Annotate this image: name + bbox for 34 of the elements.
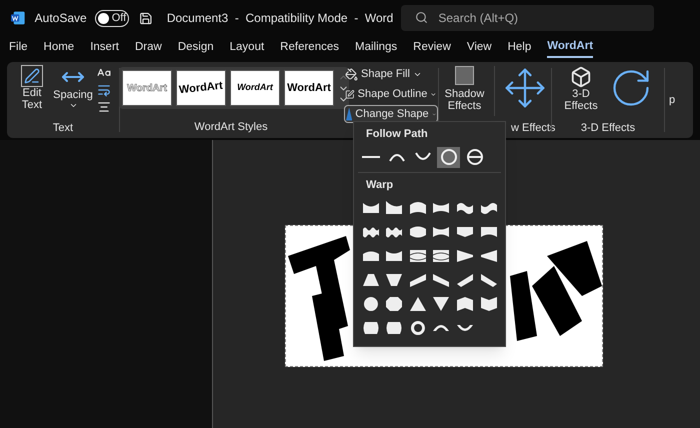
wordart-style[interactable]: WordArt: [230, 70, 280, 106]
menu-section-title: Follow Path: [365, 127, 429, 142]
ribbon-tab[interactable]: Home: [44, 38, 74, 58]
wordart-style[interactable]: WordArt: [176, 70, 226, 106]
ribbon-tab[interactable]: File: [9, 38, 28, 58]
ribbon-tab[interactable]: Help: [508, 38, 532, 58]
group-label: WordArt Styles: [194, 120, 268, 134]
ribbon-tab[interactable]: References: [280, 38, 339, 58]
group-label: w Effects: [511, 121, 556, 136]
spacing-button[interactable]: Spacing: [55, 65, 91, 120]
cut-ribbon-label: p: [669, 93, 676, 108]
window-title: Document3 - Compatibility Mode - Word: [166, 10, 394, 27]
group-label: 3-D Effects: [580, 121, 636, 136]
ribbon-tab[interactable]: View: [466, 38, 492, 58]
menu-section-title: Warp: [365, 178, 394, 192]
group-label: Text: [52, 121, 74, 136]
shape-format-button[interactable]: Shape Fill: [344, 65, 438, 83]
ribbon-tab[interactable]: Layout: [230, 38, 264, 58]
ribbon-tab[interactable]: Design: [178, 38, 214, 58]
wordart-style[interactable]: WordArt: [284, 70, 334, 106]
ribbon-tab[interactable]: WordArt: [547, 38, 594, 58]
ribbon-tab[interactable]: Mailings: [354, 38, 398, 58]
shadow-effects-button[interactable]: Shadow Effects: [444, 66, 486, 112]
shape-format-button[interactable]: Shape Outline: [344, 85, 438, 103]
autosave-toggle[interactable]: Off: [94, 10, 130, 26]
shape-format-button[interactable]: Change Shape: [344, 105, 438, 123]
ribbon-tab[interactable]: Draw: [134, 38, 162, 58]
edit-text-button[interactable]: Edit Text: [15, 65, 49, 120]
wordart-style[interactable]: WordArt: [122, 70, 172, 106]
ribbon-tab[interactable]: Review: [413, 38, 451, 58]
3d-effects-button[interactable]: 3-D Effects: [563, 66, 599, 112]
search-field[interactable]: Search (Alt+Q): [401, 5, 654, 31]
autosave-label: AutoSave: [34, 10, 87, 27]
ribbon-tab[interactable]: Insert: [90, 38, 119, 58]
